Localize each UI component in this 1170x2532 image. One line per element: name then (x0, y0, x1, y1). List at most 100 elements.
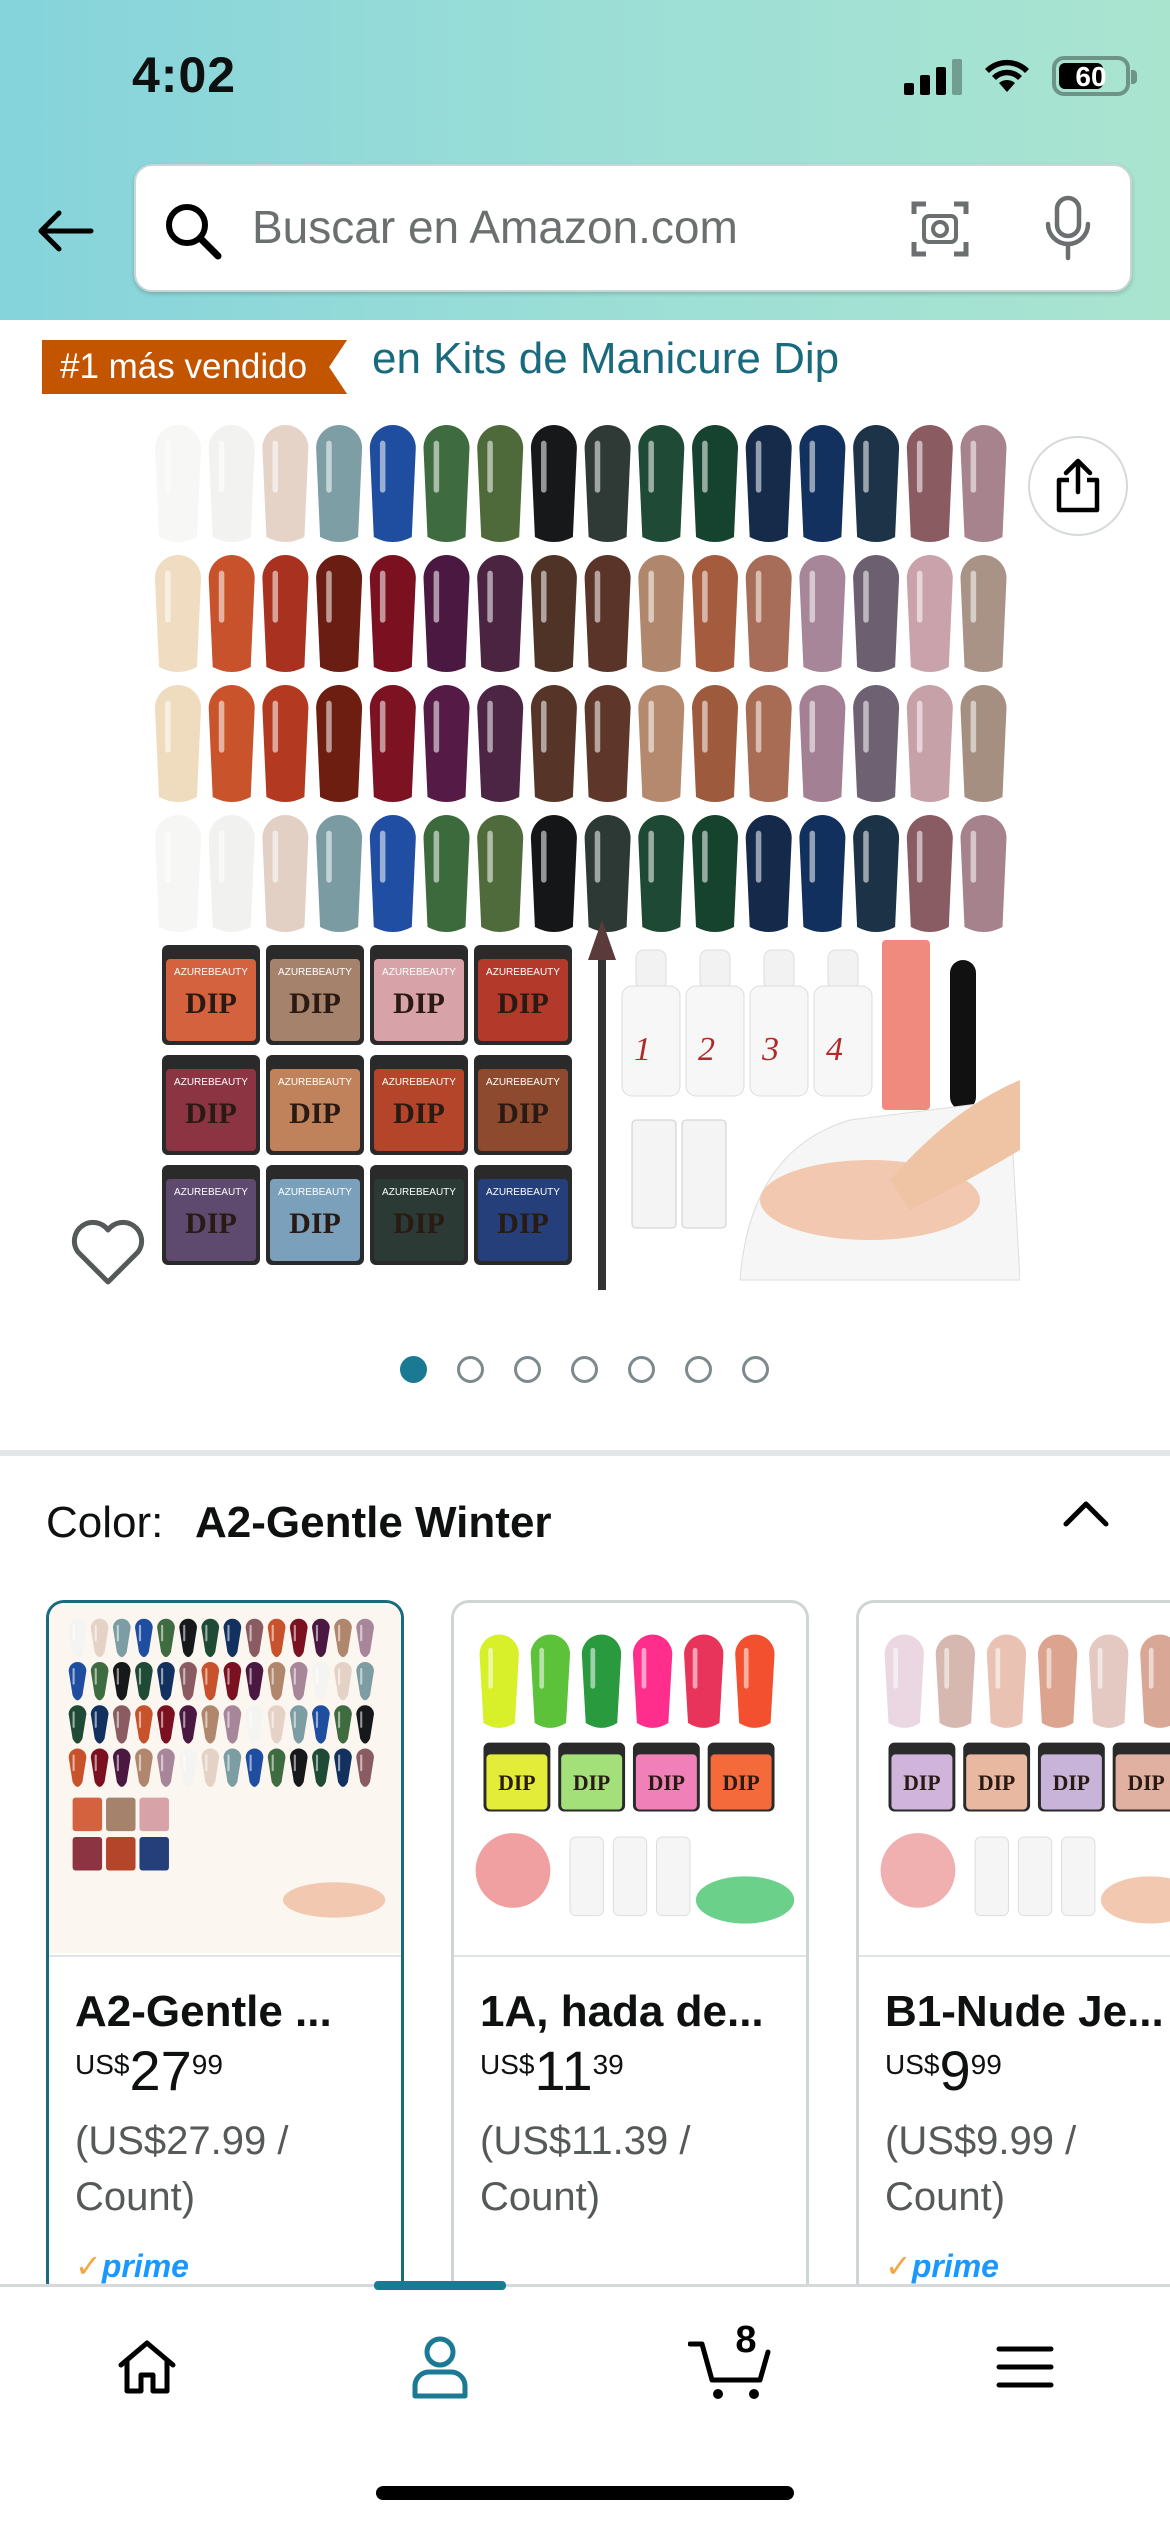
thumb-jar-label: DIP (722, 1771, 759, 1795)
swatch-name: A2-Gentle ... (75, 1987, 332, 2036)
nail-swatch (155, 815, 201, 932)
share-button[interactable] (1028, 436, 1128, 536)
nail-swatch (316, 685, 363, 802)
nail-swatch (638, 815, 685, 932)
nail-swatch (692, 555, 738, 672)
nail-swatch (906, 815, 953, 932)
bottle-cap (827, 949, 859, 991)
nav-menu[interactable] (980, 2327, 1070, 2407)
product-image[interactable]: DIP AZUREBEAUTY DIP AZUREBEAUTY DIP AZUREBEAU… (150, 420, 1020, 1294)
thumb-jar (139, 1797, 169, 1832)
nail-swatch (208, 685, 255, 802)
nail-swatch (906, 555, 953, 672)
selected-color-value: A2-Gentle Winter (195, 1498, 552, 1547)
carousel-dot[interactable] (628, 1356, 655, 1383)
nail-swatch (369, 425, 416, 542)
liquid-bottle (685, 985, 745, 1097)
thumb-jar-label: DIP (1127, 1771, 1164, 1795)
nail-swatch (638, 425, 685, 542)
liquid-bottle (813, 985, 873, 1097)
bottle-cap (699, 949, 731, 991)
jar-label: DIP (185, 1097, 237, 1130)
chevron-up-icon[interactable] (1058, 1492, 1114, 1532)
status-time: 4:02 (132, 47, 237, 103)
nail-swatch (581, 1634, 622, 1728)
nail-swatch (853, 815, 900, 932)
bottle-cap (635, 949, 667, 991)
nail-swatch (960, 685, 1007, 802)
jar-label: DIP (497, 1097, 549, 1130)
nail-swatch (745, 555, 792, 672)
heart-icon[interactable] (70, 1218, 146, 1288)
nail-swatch (316, 425, 363, 542)
liquid-bottle (621, 985, 681, 1097)
nail-swatch (262, 685, 309, 802)
nail-swatch (155, 685, 201, 802)
nail-swatch (1089, 1634, 1129, 1728)
nail-swatch (530, 555, 577, 672)
thumb-jar-label: DIP (648, 1771, 685, 1795)
nail-swatch (477, 555, 524, 672)
jar-brand: AZUREBEAUTY (278, 1077, 352, 1088)
nail-swatch (316, 555, 363, 672)
color-option-1a-hada[interactable]: DIP DIP DIP DIP 1A, hada de... US$ 11 39 (U… (451, 1600, 809, 2300)
nail-swatch (262, 425, 309, 542)
nail-swatch (155, 555, 201, 672)
camera-search-icon[interactable] (908, 196, 972, 260)
jar-label: DIP (185, 987, 237, 1020)
thumb-jar (139, 1837, 169, 1871)
battery-level: 60 (1075, 61, 1107, 92)
nail-swatch (369, 555, 416, 672)
color-option-b1-nude[interactable]: DIP DIP DIP DIP B1-Nude Je... US$ 9 99 (US$… (856, 1600, 1170, 2300)
thumb-jar (106, 1797, 136, 1832)
brush-handle (598, 950, 606, 1290)
swatch-thumbnail: DIP DIP DIP DIP (454, 1603, 806, 1957)
best-seller-category-link[interactable]: en Kits de Manicure Dip (372, 334, 839, 384)
nav-home[interactable] (102, 2327, 192, 2407)
carousel-dot[interactable] (685, 1356, 712, 1383)
nav-cart[interactable]: 8 (686, 2319, 776, 2407)
nail-swatch (584, 425, 631, 542)
carousel-dot[interactable] (571, 1356, 598, 1383)
nail-swatch (369, 815, 416, 932)
nail-swatch (906, 425, 953, 542)
carousel-dot[interactable] (457, 1356, 484, 1383)
nail-swatch (584, 555, 631, 672)
bottle-number: 2 (698, 1031, 715, 1068)
cellular-signal-icon (904, 57, 962, 95)
swatch-price: US$ 9 99 (885, 2039, 1002, 2102)
back-button[interactable] (30, 196, 100, 266)
nail-swatch (906, 685, 953, 802)
carousel-dot[interactable] (514, 1356, 541, 1383)
search-input[interactable]: Buscar en Amazon.com (134, 164, 1132, 292)
nav-account[interactable] (395, 2327, 485, 2407)
jar-brand: AZUREBEAUTY (278, 1187, 352, 1198)
status-icons: 60 (904, 52, 1137, 100)
jar-brand: AZUREBEAUTY (486, 1077, 560, 1088)
back-arrow-icon (38, 210, 94, 252)
swatch-unit-price: (US$11.39 / Count) (480, 2119, 691, 2219)
carousel-dot[interactable] (742, 1356, 769, 1383)
color-option-a2-gentle-winter[interactable]: A2-Gentle ... US$ 27 99 (US$27.99 / Coun… (46, 1600, 404, 2300)
home-indicator (376, 2486, 794, 2500)
nail-swatch (935, 1634, 976, 1728)
nail-swatch (423, 815, 470, 932)
nail-swatch (477, 685, 524, 802)
jar-label: DIP (289, 1207, 341, 1240)
carousel-dots[interactable] (400, 1356, 769, 1383)
dropper (681, 1119, 727, 1229)
thumb-bottle (569, 1836, 604, 1917)
microphone-icon[interactable] (1040, 194, 1096, 262)
color-label: Color: (46, 1498, 164, 1547)
jar-brand: AZUREBEAUTY (382, 1187, 456, 1198)
nail-swatch (1037, 1634, 1078, 1728)
swatch-unit-price: (US$9.99 / Count) (885, 2119, 1077, 2219)
nail-swatch (208, 815, 255, 932)
nail-swatch (745, 815, 792, 932)
thumb-bottle (1017, 1836, 1053, 1917)
thumb-bottle (1061, 1836, 1096, 1917)
carousel-dot[interactable] (400, 1356, 427, 1383)
thumb-jar-label: DIP (978, 1771, 1015, 1795)
nail-swatch (530, 1634, 571, 1728)
nail-swatch (632, 1634, 673, 1728)
